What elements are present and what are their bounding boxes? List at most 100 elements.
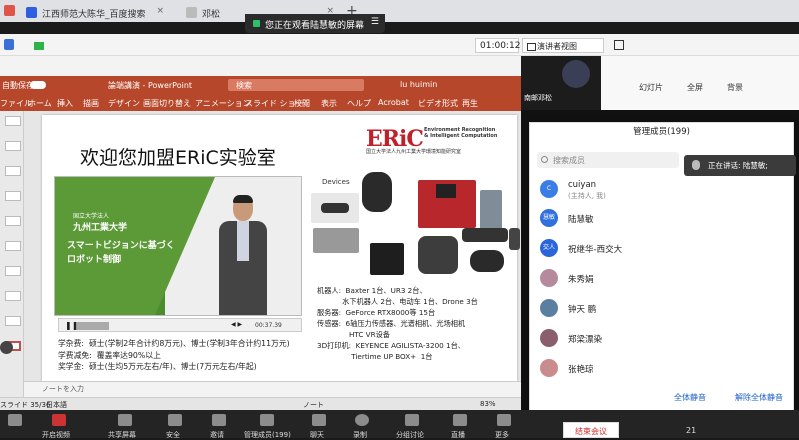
fee-line: 学杂费: 硕士(学制2年合计约8万元)、博士(学制3年合计约11万元) xyxy=(58,339,290,348)
chat-icon[interactable] xyxy=(312,414,326,426)
ribbon-tab-home[interactable]: ホーム xyxy=(28,98,52,109)
notes-toggle[interactable]: ノート xyxy=(303,400,324,410)
zoom-level[interactable]: 83% xyxy=(480,400,496,408)
more-icon[interactable] xyxy=(497,414,511,426)
menu-icon[interactable]: ☰ xyxy=(371,17,379,27)
lab-equipment-text[interactable]: 机器人: Baxter 1台、UR3 2台、 水下机器人 2台、电动车 1台、D… xyxy=(317,285,478,362)
univ-name: 九州工業大学 xyxy=(73,223,128,233)
logo-en-line: & Intelligent Computation xyxy=(424,133,498,139)
unmute-all-button[interactable]: 解除全体静音 xyxy=(735,392,783,403)
security-icon[interactable] xyxy=(168,414,182,426)
spec-line: 服务器: GeForce RTX8000等 15台 xyxy=(317,308,436,317)
microphone-icon[interactable] xyxy=(8,414,22,426)
slide-thumbnail[interactable] xyxy=(5,116,21,126)
avatar: 慧敏 xyxy=(540,209,558,227)
mute-all-button[interactable]: 全体静音 xyxy=(674,392,706,403)
toolbar-label-video[interactable]: 开启视频 xyxy=(42,430,70,440)
meeting-top-bar xyxy=(0,34,799,56)
autosave-toggle[interactable] xyxy=(30,81,46,89)
record-icon[interactable] xyxy=(355,414,369,426)
member-row[interactable]: 郑梁漂染 xyxy=(540,329,780,353)
toolbar-label-invite[interactable]: 邀请 xyxy=(210,430,224,440)
ribbon-tab-help[interactable]: ヘルプ xyxy=(347,98,371,109)
avatar: 交人 xyxy=(540,239,558,257)
members-icon[interactable] xyxy=(260,414,274,426)
ribbon-tab-review[interactable]: 校閲 xyxy=(294,98,310,109)
ppt-search-label: 検索 xyxy=(236,81,252,90)
background-button[interactable]: 背景 xyxy=(727,82,743,93)
video-off-icon[interactable] xyxy=(52,414,66,426)
more-icon[interactable] xyxy=(0,341,13,354)
member-name: 张艳琼 xyxy=(568,365,594,375)
member-row[interactable]: 张艳琼 xyxy=(540,359,780,383)
breakout-icon[interactable] xyxy=(405,414,419,426)
toolbar-label-breakout[interactable]: 分组讨论 xyxy=(396,430,424,440)
embedded-video[interactable]: 国立大学法人 九州工業大学 スマートビジョンに基づく ロボット制御 xyxy=(54,176,302,316)
toolbar-label-live[interactable]: 直播 xyxy=(451,430,465,440)
search-placeholder: 搜索成员 xyxy=(553,156,585,165)
ribbon-tab-video-format[interactable]: ビデオ形式 xyxy=(418,98,458,109)
slide-thumbnail[interactable] xyxy=(5,316,21,326)
member-row[interactable]: C cuiyan (主持人, 我) xyxy=(540,180,780,204)
robot-head-image xyxy=(362,172,392,212)
ribbon-tab-transitions[interactable]: 画面切り替え xyxy=(143,98,191,109)
slide-thumbnail[interactable] xyxy=(5,141,21,151)
slide-thumbnail[interactable] xyxy=(5,166,21,176)
ribbon-tab-playback[interactable]: 再生 xyxy=(462,98,478,109)
kinect-sensor-image xyxy=(462,228,508,242)
document-title: 論端講演 - PowerPoint xyxy=(108,81,193,90)
ribbon-tab-acrobat[interactable]: Acrobat xyxy=(378,98,409,107)
collapse-panel-icon[interactable] xyxy=(509,228,520,250)
view-mode-button[interactable]: 演讲者视图 xyxy=(522,38,604,53)
spec-line: 传感器: 6轴压力传感器、光谱相机、光场相机 xyxy=(317,319,466,328)
video-progress-bar[interactable] xyxy=(77,322,109,330)
toolbar-label-security[interactable]: 安全 xyxy=(166,430,180,440)
fullscreen-button[interactable]: 全屏 xyxy=(687,82,703,93)
toolbar-label-chat[interactable]: 聊天 xyxy=(310,430,324,440)
member-row[interactable]: 交人 祝继华-西交大 xyxy=(540,239,780,263)
member-row[interactable]: 慧敏 陆慧敏 xyxy=(540,209,780,233)
notes-pane[interactable]: ノートを入力 xyxy=(24,381,521,396)
tuition-text[interactable]: 学杂费: 硕士(学制2年合计约8万元)、博士(学制3年合计约11万元) 学费减免… xyxy=(58,338,290,373)
toolbar-label-record[interactable]: 录制 xyxy=(353,430,367,440)
ribbon-tab-design[interactable]: デザイン xyxy=(108,98,140,109)
slide-thumbnail[interactable] xyxy=(5,266,21,276)
invite-icon[interactable] xyxy=(212,414,226,426)
video-caption: スマートビジョンに基づく ロボット制御 xyxy=(67,239,175,267)
fullscreen-icon[interactable] xyxy=(614,40,624,50)
member-search-input[interactable]: 搜索成员 xyxy=(537,152,679,168)
logo-english: Environment Recognition & Intelligent Com… xyxy=(424,127,497,139)
slide-title[interactable]: 欢迎您加盟ERiC实验室 xyxy=(80,143,276,170)
slide-thumbnail[interactable] xyxy=(5,216,21,226)
share-screen-icon[interactable] xyxy=(118,414,132,426)
slides-button[interactable]: 幻灯片 xyxy=(639,82,663,93)
slide-thumbnail[interactable] xyxy=(5,241,21,251)
ribbon-tab-animations[interactable]: アニメーション xyxy=(195,98,251,109)
avatar xyxy=(562,60,590,88)
spec-line: Tiertime UP BOX+ 1台 xyxy=(317,352,433,361)
speaking-indicator: 正在讲话: 陆慧敏; xyxy=(684,155,796,176)
share-icon xyxy=(253,20,260,27)
ribbon-tab-draw[interactable]: 描画 xyxy=(83,98,99,109)
screen-share-banner: 您正在观看陆慧敏的屏幕 ☰ xyxy=(245,14,385,33)
ribbon-tab-view[interactable]: 表示 xyxy=(321,98,337,109)
toolbar-label-share[interactable]: 共享屏幕 xyxy=(108,430,136,440)
member-row[interactable]: 钟天 鹏 xyxy=(540,299,780,323)
toolbar-label-members[interactable]: 管理成员(199) xyxy=(244,430,291,440)
caption-line: ロボット制御 xyxy=(67,255,122,265)
end-meeting-button[interactable]: 结束会议 xyxy=(563,422,619,438)
ribbon-tab-insert[interactable]: 挿入 xyxy=(57,98,73,109)
close-icon[interactable]: × xyxy=(156,6,164,16)
slide-thumbnail[interactable] xyxy=(5,291,21,301)
live-icon[interactable] xyxy=(453,414,467,426)
member-row[interactable]: 朱秀娟 xyxy=(540,269,780,293)
prev-icon[interactable]: ◀ ▶ xyxy=(231,321,242,328)
baxter-robot-image xyxy=(418,180,476,228)
toolbar-label-more[interactable]: 更多 xyxy=(495,430,509,440)
avatar xyxy=(540,359,558,377)
slide-thumbnail[interactable] xyxy=(5,191,21,201)
avatar: C xyxy=(540,180,558,198)
browser-tab[interactable]: 江西师范大陈华_百度搜索 × xyxy=(20,3,170,22)
slide-thumbnail-pane xyxy=(0,111,24,397)
ppt-search-box[interactable]: 検索 xyxy=(228,79,364,91)
